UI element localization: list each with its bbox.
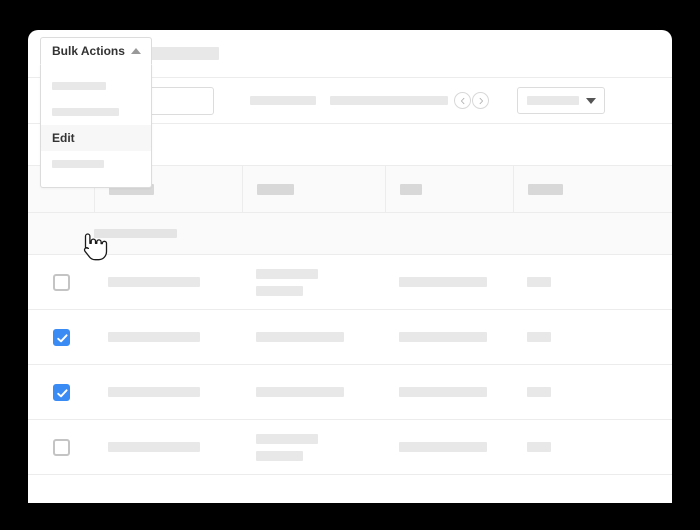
bulk-actions-menu-item[interactable] — [41, 151, 151, 177]
chevron-up-icon — [131, 48, 141, 54]
row-cell-col2 — [242, 268, 385, 296]
bulk-actions-menu-item-label — [52, 108, 119, 116]
row-cell-col2 — [242, 433, 385, 461]
table-summary-row — [28, 213, 672, 255]
row-cell-col4 — [513, 442, 672, 452]
pagination-next-button[interactable] — [472, 92, 489, 109]
row-cell-col1-value — [108, 332, 200, 342]
table-header-col-3-label — [400, 183, 422, 195]
row-cell-col1 — [94, 387, 242, 397]
row-checkbox[interactable] — [52, 328, 70, 346]
toolbar-placeholder-2 — [330, 96, 448, 105]
bulk-actions-button-label: Bulk Actions — [52, 44, 125, 58]
table-row[interactable] — [28, 420, 672, 475]
bulk-actions-menu-item[interactable] — [41, 73, 151, 99]
row-cell-col1-value — [108, 277, 200, 287]
row-cell-col3-value — [399, 332, 487, 342]
row-cell-col2-line2 — [256, 450, 303, 461]
pagination-prev-button[interactable] — [454, 92, 471, 109]
table-header-col-4-label — [528, 183, 563, 195]
table-header-col-3[interactable] — [385, 165, 513, 213]
row-cell-col2-line1 — [256, 387, 344, 397]
row-cell-col3-value — [399, 387, 487, 397]
bulk-actions-button[interactable]: Bulk Actions — [40, 37, 152, 65]
row-cell-col4-value — [527, 442, 551, 452]
select-value — [527, 96, 579, 105]
row-checkbox-cell[interactable] — [28, 438, 94, 456]
row-checkbox[interactable] — [52, 273, 70, 291]
bulk-actions-menu-item-label — [52, 160, 104, 168]
row-cell-col2-line1 — [256, 433, 318, 444]
bulk-actions-menu-item-edit[interactable]: Edit — [41, 125, 151, 151]
row-cell-col3 — [385, 332, 513, 342]
row-cell-col1 — [94, 277, 242, 287]
row-cell-col3 — [385, 442, 513, 452]
bulk-actions-menu-item[interactable] — [41, 99, 151, 125]
rows-per-page-select[interactable] — [517, 87, 605, 114]
row-cell-col4 — [513, 277, 672, 287]
row-cell-col3 — [385, 387, 513, 397]
pagination-controls — [454, 92, 489, 109]
app-card: Bulk Actions Edit — [28, 30, 672, 503]
row-cell-col2-line1 — [256, 332, 344, 342]
row-cell-col1 — [94, 332, 242, 342]
toolbar-placeholder-1 — [250, 96, 316, 105]
data-table — [28, 165, 672, 475]
row-cell-col2-line2 — [256, 285, 303, 296]
row-checkbox-cell[interactable] — [28, 328, 94, 346]
row-checkbox-cell[interactable] — [28, 273, 94, 291]
row-cell-col1-value — [108, 387, 200, 397]
row-cell-col4-value — [527, 387, 551, 397]
row-cell-col2-line1 — [256, 268, 318, 279]
chevron-down-icon — [586, 97, 596, 104]
bulk-actions-menu-item-label: Edit — [52, 131, 75, 145]
table-header-col-2[interactable] — [242, 165, 385, 213]
row-checkbox[interactable] — [52, 438, 70, 456]
screen-root: Bulk Actions Edit — [0, 0, 700, 530]
bulk-actions-menu-item-label — [52, 82, 106, 90]
row-cell-col4-value — [527, 332, 551, 342]
row-cell-col3 — [385, 277, 513, 287]
table-row[interactable] — [28, 255, 672, 310]
bulk-actions-menu: Edit — [40, 64, 152, 188]
table-summary-label — [94, 229, 177, 238]
row-cell-col3-value — [399, 277, 487, 287]
row-checkbox-cell[interactable] — [28, 383, 94, 401]
row-cell-col2 — [242, 332, 385, 342]
table-row[interactable] — [28, 310, 672, 365]
row-cell-col4-value — [527, 277, 551, 287]
table-header-col-4[interactable] — [513, 165, 672, 213]
table-row[interactable] — [28, 365, 672, 420]
row-cell-col2 — [242, 387, 385, 397]
row-cell-col4 — [513, 387, 672, 397]
row-cell-col3-value — [399, 442, 487, 452]
row-cell-col1 — [94, 442, 242, 452]
row-cell-col1-value — [108, 442, 200, 452]
table-header-col-2-label — [257, 183, 294, 195]
row-cell-col4 — [513, 332, 672, 342]
bulk-actions-dropdown: Bulk Actions Edit — [40, 37, 152, 188]
row-checkbox[interactable] — [52, 383, 70, 401]
